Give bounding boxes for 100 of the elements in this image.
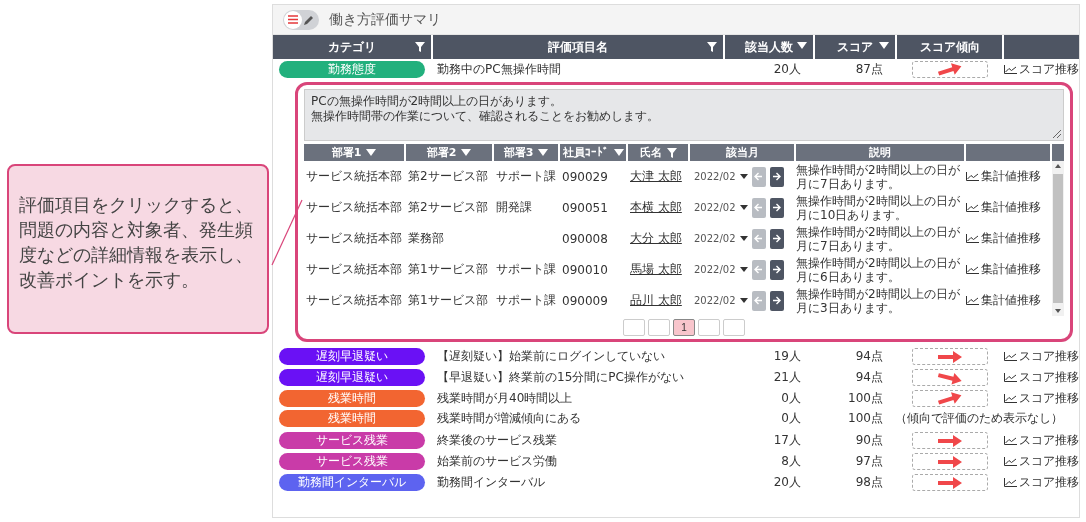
view-toggle[interactable] (283, 9, 319, 30)
column-header[interactable]: カテゴリ (273, 35, 431, 59)
caret-icon[interactable] (739, 174, 748, 179)
arrow-left-icon (754, 203, 764, 212)
trend-link[interactable]: 集計値推移 (966, 292, 1041, 309)
column-header[interactable]: 部署2 (406, 144, 492, 161)
count-cell: 17人 (773, 432, 801, 449)
trend-link[interactable]: 集計値推移 (966, 168, 1041, 185)
evaluation-item[interactable]: 勤務間インターバル (437, 474, 545, 491)
message-line: PCの無操作時間が2時間以上の日があります。 (311, 94, 563, 109)
arrow-left-icon (754, 296, 764, 305)
table-cell: 090008 (562, 231, 608, 246)
evaluation-item[interactable]: 残業時間が増減傾向にある (437, 409, 581, 427)
column-header[interactable]: 説明 (796, 144, 964, 161)
page-title: 働き方評価サマリ (329, 10, 441, 29)
line-chart-icon (1004, 436, 1017, 445)
filter-icon[interactable] (707, 42, 717, 52)
score-trend-link[interactable]: スコア推移 (1004, 348, 1079, 365)
table-cell: サポート課 (496, 261, 556, 278)
message-line: 無操作時間帯の作業について、確認されることをお勧めします。 (311, 109, 659, 124)
next-button[interactable] (769, 290, 784, 311)
scrollbar[interactable] (1052, 161, 1064, 316)
column-header[interactable]: 部署3 (494, 144, 558, 161)
category-badge: サービス残業 (279, 453, 425, 470)
employee-link[interactable]: 大分 太郎 (630, 230, 682, 247)
trend-link[interactable]: 集計値推移 (966, 199, 1041, 216)
caret-icon[interactable] (879, 42, 889, 49)
table-cell: 第2サービス部 (408, 168, 488, 185)
column-header[interactable]: 部署1 (304, 144, 404, 161)
trend-note: （傾向で評価のため表示なし） (895, 409, 1063, 427)
count-cell: 21人 (773, 369, 801, 386)
filter-icon[interactable] (666, 147, 677, 158)
table-cell: サービス統括本部 (306, 168, 402, 185)
count-cell: 20人 (773, 474, 801, 491)
score-trend-link[interactable]: スコア推移 (1004, 369, 1079, 386)
evaluation-item[interactable]: 始業前のサービス労働 (437, 453, 557, 470)
column-header[interactable]: スコア (815, 35, 895, 59)
score-trend-link[interactable]: スコア推移 (1004, 390, 1079, 407)
month-select[interactable]: 2022/02 (694, 202, 736, 213)
category-badge: 勤務態度 (279, 61, 425, 78)
arrow-right-icon (772, 234, 782, 243)
column-header[interactable]: 氏名 (628, 144, 688, 161)
column-header[interactable]: 該当人数 (725, 35, 813, 59)
line-chart-icon (1004, 352, 1017, 361)
evaluation-item[interactable]: 勤務中のPC無操作時間 (437, 61, 561, 78)
score-trend-link[interactable]: スコア推移 (1004, 432, 1079, 449)
employee-link[interactable]: 本横 太郎 (630, 199, 682, 216)
next-button[interactable] (769, 197, 784, 218)
line-chart-icon (1004, 394, 1017, 403)
count-cell: 19人 (773, 348, 801, 365)
trend-link[interactable]: 集計値推移 (966, 261, 1041, 278)
description-text: 無操作時間が2時間以上の日が月に7日あります。 (796, 162, 961, 191)
column-header[interactable]: 社員ｺｰﾄﾞ (560, 144, 626, 161)
caret-icon[interactable] (739, 205, 748, 210)
page-button[interactable]: 1 (673, 319, 695, 336)
resize-grip-icon[interactable] (1053, 130, 1061, 138)
caret-icon[interactable] (739, 236, 748, 241)
table-cell: サービス統括本部 (306, 199, 402, 216)
employee-link[interactable]: 馬場 太郎 (630, 261, 682, 278)
evaluation-item[interactable]: 【早退疑い】終業前の15分間にPC操作がない (437, 369, 684, 386)
message-box[interactable]: PCの無操作時間が2時間以上の日があります。 無操作時間帯の作業について、確認されることをお勧めします。 (304, 89, 1064, 141)
column-header[interactable]: スコア傾向 (897, 35, 1002, 59)
caret-icon[interactable] (739, 298, 748, 303)
trend-link[interactable]: 集計値推移 (966, 230, 1041, 247)
scroll-up-icon[interactable] (1055, 164, 1061, 168)
count-cell: 0人 (781, 390, 801, 407)
month-select[interactable]: 2022/02 (694, 233, 736, 244)
column-header[interactable]: 評価項目名 (433, 35, 723, 59)
score-trend-link[interactable]: スコア推移 (1004, 474, 1079, 491)
evaluation-item[interactable]: 【遅刻疑い】始業前にログインしていない (437, 348, 665, 365)
score-cell: 90点 (855, 432, 883, 449)
table-cell: 第1サービス部 (408, 261, 488, 278)
next-button[interactable] (769, 228, 784, 249)
next-button[interactable] (769, 259, 784, 280)
employee-link[interactable]: 品川 太郎 (630, 292, 682, 309)
table-cell: サービス統括本部 (306, 292, 402, 309)
score-trend-link[interactable]: スコア推移 (1004, 61, 1079, 78)
score-trend-link[interactable]: スコア推移 (1004, 453, 1079, 470)
table-cell: 第1サービス部 (408, 292, 488, 309)
evaluation-item[interactable]: 終業後のサービス残業 (437, 432, 557, 449)
caret-icon[interactable] (739, 267, 748, 272)
scroll-down-icon[interactable] (1055, 309, 1061, 313)
column-header[interactable]: 該当月 (690, 144, 794, 161)
filter-icon[interactable] (415, 42, 425, 52)
month-select[interactable]: 2022/02 (694, 171, 736, 182)
table-cell: 開発課 (496, 199, 532, 216)
arrow-right-icon (772, 203, 782, 212)
count-cell: 20人 (773, 61, 801, 78)
category-badge: 勤務間インターバル (279, 474, 425, 491)
score-cell: 94点 (855, 348, 883, 365)
evaluation-item[interactable]: 残業時間が月40時間以上 (437, 390, 573, 407)
table-cell: サービス統括本部 (306, 230, 402, 247)
category-badge: サービス残業 (279, 432, 425, 449)
line-chart-icon (966, 296, 979, 305)
month-select[interactable]: 2022/02 (694, 295, 736, 306)
caret-icon[interactable] (797, 42, 807, 49)
next-button[interactable] (769, 166, 784, 187)
employee-link[interactable]: 大津 太郎 (630, 168, 682, 185)
month-select[interactable]: 2022/02 (694, 264, 736, 275)
arrow-right-icon (772, 172, 782, 181)
